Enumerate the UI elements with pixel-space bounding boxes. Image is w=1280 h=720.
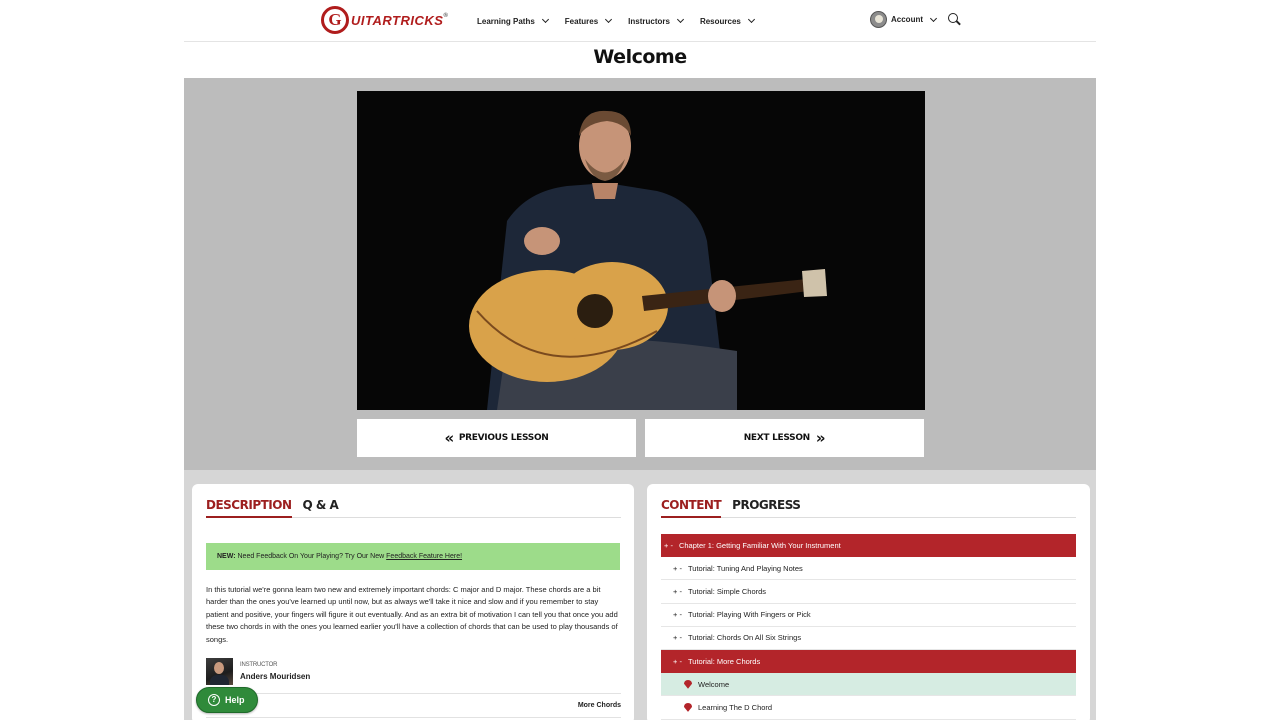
chapter-title: Chapter 1: Getting Familiar With Your In… (678, 541, 841, 551)
expand-collapse-icon[interactable]: + - (673, 610, 682, 619)
page: G UITARTRICKS® Learning Paths Features I… (0, 0, 1280, 720)
instructor-name: Anders Mouridsen (240, 672, 311, 681)
notice-prefix: NEW: (217, 553, 236, 560)
instructor-photo (206, 658, 233, 685)
tutorial-row[interactable]: + - Tutorial: Chords On All Six Strings (661, 627, 1076, 650)
info-tabs: DESCRIPTION Q & A (206, 498, 621, 518)
expand-collapse-icon[interactable]: + - (673, 657, 682, 666)
player-stage: « PREVIOUS LESSON NEXT LESSON » (184, 78, 1096, 470)
chevron-down-icon (541, 15, 549, 24)
account-menu[interactable]: Account (870, 11, 938, 28)
feedback-feature-link[interactable]: Feedback Feature Here! (386, 553, 462, 560)
tutorial-title: Tutorial: More Chords (687, 657, 761, 667)
tutorial-row[interactable]: + - Tutorial: Tuning And Playing Notes (661, 557, 1076, 581)
search-icon-handle (956, 20, 961, 26)
main-nav: Learning Paths Features Instructors Reso… (477, 0, 771, 42)
tutorial-title: Tutorial: Simple Chords (687, 586, 767, 596)
chevron-down-icon (605, 15, 613, 24)
instructor-block[interactable]: Instructor Anders Mouridsen (206, 658, 621, 694)
logo-wordmark: UITARTRICKS® (351, 13, 448, 28)
nav-resources[interactable]: Resources (699, 15, 755, 26)
feedback-notice: NEW: Need Feedback On Your Playing? Try … (206, 543, 620, 570)
next-lesson-label: NEXT LESSON (743, 433, 811, 443)
guitar-pick-icon (684, 702, 692, 712)
tutorial-title: Tutorial: Tuning And Playing Notes (687, 563, 803, 573)
expand-collapse-icon[interactable]: + - (673, 633, 682, 642)
tab-content[interactable]: CONTENT (661, 498, 722, 518)
double-chevron-left-icon: « (444, 429, 454, 447)
help-label: Help (225, 695, 245, 705)
nav-instructors[interactable]: Instructors (628, 15, 684, 26)
course-content-card: CONTENT PROGRESS + - Chapter 1: Getting … (647, 484, 1090, 720)
search-icon[interactable] (948, 13, 962, 27)
nav-label: Instructors (628, 16, 670, 26)
previous-lesson-button[interactable]: « PREVIOUS LESSON (357, 419, 636, 457)
video-player[interactable] (357, 91, 925, 410)
content-tabs: CONTENT PROGRESS (661, 498, 1076, 518)
expand-collapse-icon[interactable]: + - (664, 541, 673, 550)
tab-description[interactable]: DESCRIPTION (206, 498, 292, 518)
more-chords-link[interactable]: More Chords (578, 702, 621, 709)
tutorial-row[interactable]: + - Tutorial: Simple Chords (661, 580, 1076, 604)
tab-q-and-a[interactable]: Q & A (303, 498, 339, 518)
tutorial-row-active[interactable]: + - Tutorial: More Chords (661, 649, 1076, 674)
chevron-down-icon (747, 15, 755, 24)
expand-collapse-icon[interactable]: + - (673, 587, 682, 596)
lower-section: DESCRIPTION Q & A NEW: Need Feedback On … (184, 470, 1096, 720)
logo-text: UITARTRICKS (351, 12, 444, 28)
lesson-title: Learning The D Chord (698, 702, 773, 712)
question-icon: ? (208, 694, 220, 706)
page-title: Welcome (593, 46, 687, 68)
lesson-row[interactable]: Learning The D Chord (661, 696, 1076, 720)
guitar-pick-icon (684, 679, 692, 689)
lesson-description: In this tutorial we're gonna learn two n… (206, 585, 618, 644)
instructor-role: Instructor (240, 662, 278, 668)
nav-label: Resources (699, 16, 741, 26)
expand-collapse-icon[interactable]: + - (673, 564, 682, 573)
nav-features[interactable]: Features (564, 15, 613, 26)
chevron-down-icon (929, 14, 938, 22)
tutorial-title: Tutorial: Chords On All Six Strings (687, 633, 802, 643)
logo-trademark: ® (443, 12, 449, 19)
tab-progress[interactable]: PROGRESS (732, 498, 801, 518)
top-header: G UITARTRICKS® Learning Paths Features I… (184, 0, 1096, 42)
nav-label: Features (564, 16, 599, 26)
double-chevron-right-icon: » (815, 429, 826, 447)
next-lesson-button[interactable]: NEXT LESSON » (645, 419, 924, 457)
tutorial-row[interactable]: + - Tutorial: Playing With Fingers or Pi… (661, 604, 1076, 627)
main-frame: G UITARTRICKS® Learning Paths Features I… (184, 0, 1096, 720)
previous-lesson-label: PREVIOUS LESSON (458, 433, 549, 443)
help-button[interactable]: ? Help (196, 687, 258, 713)
content-list: + - Chapter 1: Getting Familiar With You… (661, 534, 1076, 720)
nav-learning-paths[interactable]: Learning Paths (477, 15, 549, 26)
account-label: Account (891, 15, 923, 24)
tags-row: More Chords (206, 695, 621, 718)
lesson-info-card: DESCRIPTION Q & A NEW: Need Feedback On … (192, 484, 634, 720)
avatar (870, 11, 887, 28)
lesson-title: Welcome (698, 679, 730, 689)
guitartricks-logo[interactable]: G UITARTRICKS® (321, 6, 448, 34)
logo-letter: G (321, 6, 349, 34)
chevron-down-icon (676, 15, 684, 24)
video-frame-illustration (357, 91, 925, 410)
lesson-row-current[interactable]: Welcome (661, 673, 1076, 697)
notice-text: Need Feedback On Your Playing? Try Our N… (237, 553, 385, 560)
chapter-row[interactable]: + - Chapter 1: Getting Familiar With You… (661, 534, 1076, 558)
tutorial-title: Tutorial: Playing With Fingers or Pick (687, 610, 811, 620)
nav-label: Learning Paths (477, 16, 535, 26)
